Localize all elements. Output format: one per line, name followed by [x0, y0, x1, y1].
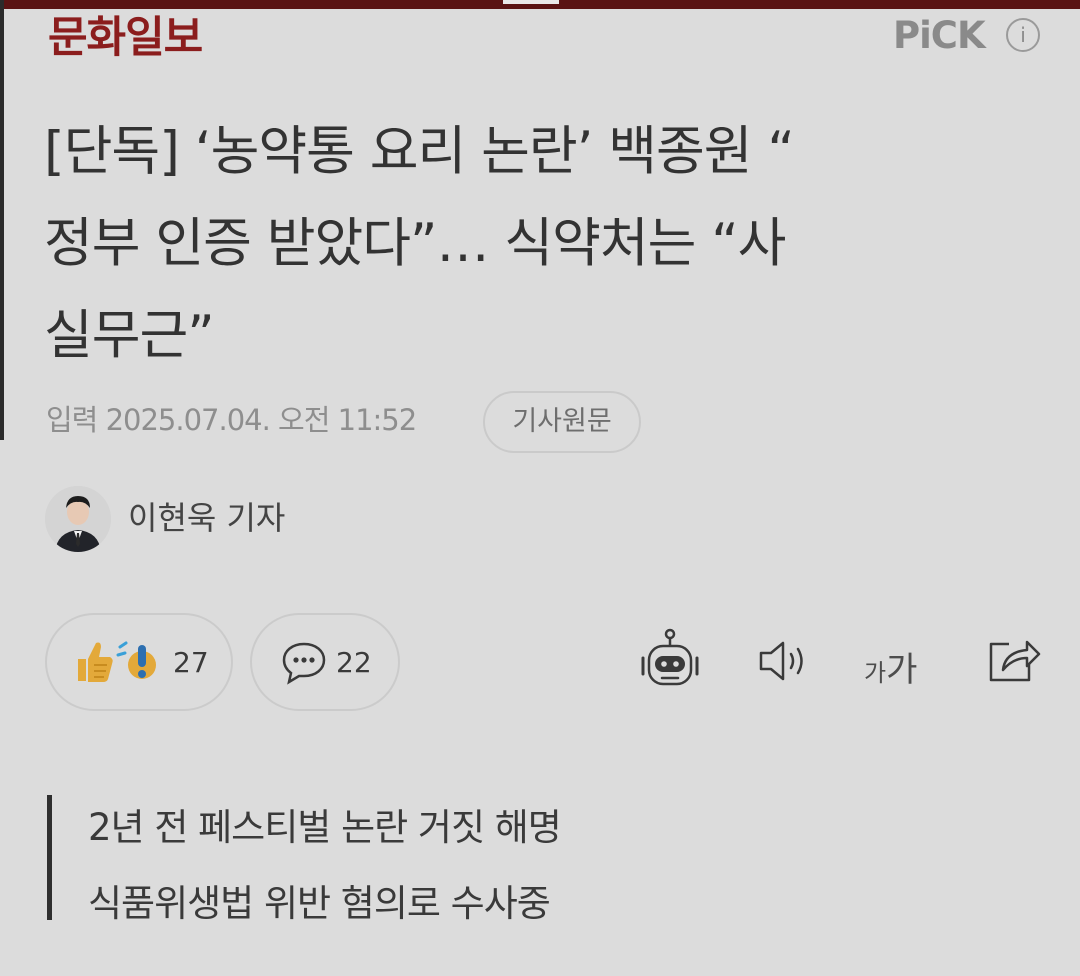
- publisher-logo[interactable]: 문화일보: [48, 14, 203, 62]
- avatar[interactable]: [45, 486, 111, 552]
- left-edge: [0, 0, 4, 440]
- summary-line: 2년 전 페스티벌 논란 거짓 해명: [88, 806, 562, 849]
- thumbs-up-icon: [78, 642, 113, 682]
- original-article-button[interactable]: 기사원문: [483, 391, 641, 453]
- comment-count: 22: [336, 646, 372, 679]
- reaction-button[interactable]: 27: [45, 613, 233, 711]
- title-line: 실무근”: [44, 305, 215, 366]
- font-size-small-label: 가: [864, 659, 887, 687]
- summary-line: 식품위생법 위반 혐의로 수사중: [88, 882, 551, 925]
- reporter-name[interactable]: 이현욱 기자: [128, 498, 285, 538]
- info-icon[interactable]: i: [1006, 18, 1040, 52]
- top-notch: [503, 0, 559, 4]
- pick-badge: PiCK: [893, 14, 986, 57]
- surprise-icon: [116, 641, 156, 679]
- title-line: 정부 인증 받았다”… 식약처는 “사: [44, 213, 786, 274]
- comment-icon: [282, 642, 326, 685]
- article-summary: 2년 전 페스티벌 논란 거짓 해명 식품위생법 위반 혐의로 수사중: [88, 790, 562, 942]
- speaker-icon[interactable]: [757, 637, 813, 685]
- summary-quote-bar: [47, 795, 52, 920]
- font-size-icon[interactable]: 가가: [864, 642, 917, 691]
- robot-icon[interactable]: [637, 628, 703, 690]
- top-accent-bar: [0, 0, 1080, 9]
- title-line: [단독] ‘농약통 요리 논란’ 백종원 “: [44, 121, 795, 182]
- article-title: [단독] ‘농약통 요리 논란’ 백종원 “ 정부 인증 받았다”… 식약처는 …: [44, 106, 1044, 382]
- reaction-count: 27: [173, 646, 209, 679]
- comment-button[interactable]: 22: [250, 613, 400, 711]
- published-dateline: 입력 2025.07.04. 오전 11:52: [46, 403, 417, 437]
- font-size-large-label: 가: [886, 650, 918, 690]
- share-icon[interactable]: [985, 634, 1041, 686]
